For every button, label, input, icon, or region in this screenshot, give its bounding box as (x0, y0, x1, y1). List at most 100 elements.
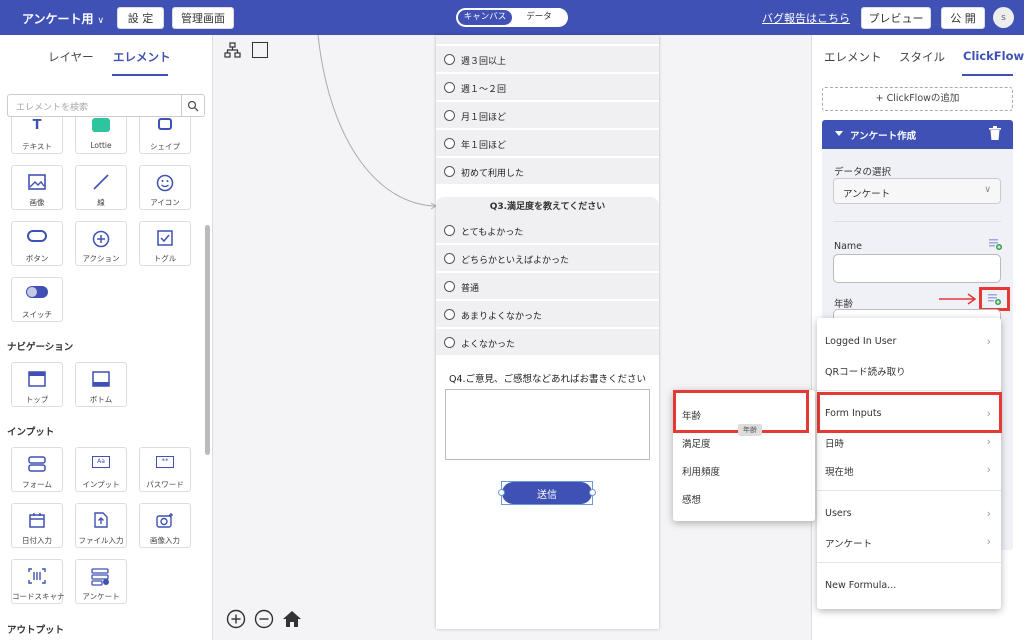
menu-item-logged-in-user[interactable]: Logged In User › (817, 335, 1001, 348)
tab-style[interactable]: スタイル (899, 49, 945, 65)
tab-data[interactable]: データ (512, 10, 566, 25)
sitemap-icon[interactable] (224, 42, 241, 62)
element-line[interactable]: 線 (75, 165, 127, 210)
element-label: トップ (25, 395, 49, 404)
radio-button[interactable] (444, 110, 455, 121)
element-image-input[interactable]: 画像入力 (139, 503, 191, 548)
menu-divider (817, 390, 1001, 391)
element-survey[interactable]: アンケート (75, 559, 127, 604)
avatar[interactable]: s (993, 7, 1014, 28)
tab-element[interactable]: エレメント (824, 49, 882, 65)
element-input[interactable]: Aa インプット (75, 447, 127, 492)
survey-option[interactable]: 年１回ほど (436, 130, 659, 157)
element-nav-top[interactable]: トップ (11, 362, 63, 407)
radio-button[interactable] (444, 337, 455, 348)
left-panel: レイヤー エレメント エレメントを検索 T テキスト Lottie シェイプ 画… (0, 35, 213, 640)
collapse-icon[interactable] (835, 131, 843, 136)
drag-tooltip: 年齢 (738, 424, 762, 436)
annotation-arrow (939, 293, 977, 305)
survey-option[interactable]: 普通 (436, 273, 659, 300)
element-label: 線 (97, 198, 105, 207)
element-label: ボトム (89, 395, 113, 404)
home-icon[interactable] (282, 609, 302, 629)
mode-toggle[interactable]: キャンバス データ (456, 8, 568, 27)
menu-item-datetime[interactable]: 日時 › (817, 435, 1001, 450)
survey-option[interactable]: 月１回ほど (436, 102, 659, 129)
element-label: アイコン (150, 198, 180, 207)
left-scrollbar[interactable] (205, 225, 210, 455)
search-placeholder: エレメントを検索 (16, 103, 89, 113)
line-icon (76, 174, 126, 190)
element-date-input[interactable]: 日付入力 (11, 503, 63, 548)
nav-bottom-icon (76, 371, 126, 387)
menu-item-new-formula[interactable]: New Formula... (817, 580, 1001, 591)
tab-canvas[interactable]: キャンバス (458, 10, 512, 25)
tab-clickflow[interactable]: ClickFlow (963, 49, 1024, 63)
admin-button[interactable]: 管理画面 (172, 7, 234, 29)
element-form[interactable]: フォーム (11, 447, 63, 492)
radio-button[interactable] (444, 225, 455, 236)
survey-option[interactable]: とてもよかった (436, 217, 659, 244)
resize-handle[interactable] (589, 489, 596, 496)
name-input[interactable] (833, 254, 1001, 283)
survey-option[interactable]: あまりよくなかった (436, 301, 659, 328)
tab-elements[interactable]: エレメント (113, 49, 171, 65)
preview-button[interactable]: プレビュー (861, 7, 931, 29)
survey-option[interactable]: どちらかといえばよかった (436, 245, 659, 272)
radio-button[interactable] (444, 166, 455, 177)
data-select[interactable]: アンケート ∨ (833, 178, 1001, 204)
survey-option[interactable]: 初めて利用した (436, 158, 659, 185)
trash-icon[interactable] (989, 126, 1001, 143)
clickflow-header[interactable]: アンケート作成 (822, 120, 1013, 149)
survey-option[interactable]: 週３回以上 (436, 46, 659, 73)
element-lottie[interactable]: Lottie (75, 117, 127, 154)
submit-button-selection[interactable]: 送信 (498, 481, 596, 505)
radio-button[interactable] (444, 253, 455, 264)
add-formula-icon[interactable] (988, 293, 1001, 308)
radio-button[interactable] (444, 54, 455, 65)
add-clickflow-button[interactable]: + ClickFlowの追加 (822, 87, 1013, 111)
shape-icon (140, 118, 190, 130)
menu-item-survey[interactable]: アンケート › (817, 535, 1001, 550)
element-action[interactable]: アクション (75, 221, 127, 266)
radio-button[interactable] (444, 82, 455, 93)
publish-button[interactable]: 公 開 (941, 7, 985, 29)
element-image[interactable]: 画像 (11, 165, 63, 210)
element-button[interactable]: ボタン (11, 221, 63, 266)
element-password[interactable]: ** パスワード (139, 447, 191, 492)
element-file-input[interactable]: ファイル入力 (75, 503, 127, 548)
zoom-out-icon[interactable] (254, 609, 274, 629)
frame-icon[interactable] (252, 42, 268, 58)
submit-button[interactable]: 送信 (502, 482, 592, 504)
chevron-right-icon: › (986, 335, 991, 348)
survey-option[interactable]: 週１〜２回 (436, 74, 659, 101)
menu-item-users[interactable]: Users › (817, 507, 1001, 520)
element-search-input[interactable]: エレメントを検索 (7, 94, 205, 117)
survey-option[interactable]: よくなかった (436, 329, 659, 356)
element-nav-bottom[interactable]: ボトム (75, 362, 127, 407)
submenu-item-frequency[interactable]: 利用頻度 (673, 464, 815, 478)
add-formula-icon[interactable] (989, 238, 1002, 253)
element-icon[interactable]: アイコン (139, 165, 191, 210)
tab-layers[interactable]: レイヤー (48, 49, 94, 65)
menu-item-qr[interactable]: QRコード読み取り (817, 364, 1001, 378)
settings-button[interactable]: 設 定 (117, 7, 164, 29)
feedback-textarea[interactable] (445, 389, 650, 460)
bug-report-link[interactable]: バグ報告はこちら (762, 10, 850, 26)
app-selector[interactable]: アンケート用 ∨ (22, 10, 104, 27)
element-switch[interactable]: スイッチ (11, 277, 63, 322)
element-shape[interactable]: シェイプ (139, 117, 191, 154)
search-icon[interactable] (181, 95, 204, 116)
resize-handle[interactable] (498, 489, 505, 496)
radio-button[interactable] (444, 281, 455, 292)
element-toggle[interactable]: トグル (139, 221, 191, 266)
zoom-in-icon[interactable] (226, 609, 246, 629)
submenu-item-impression[interactable]: 感想 (673, 492, 815, 506)
element-code-scanner[interactable]: コードスキャナ (11, 559, 65, 604)
radio-button[interactable] (444, 309, 455, 320)
checkbox-icon (140, 230, 190, 246)
menu-item-location[interactable]: 現在地 › (817, 463, 1001, 478)
radio-button[interactable] (444, 138, 455, 149)
element-text[interactable]: T テキスト (11, 117, 63, 154)
submenu-item-satisfaction[interactable]: 満足度 (673, 436, 815, 450)
